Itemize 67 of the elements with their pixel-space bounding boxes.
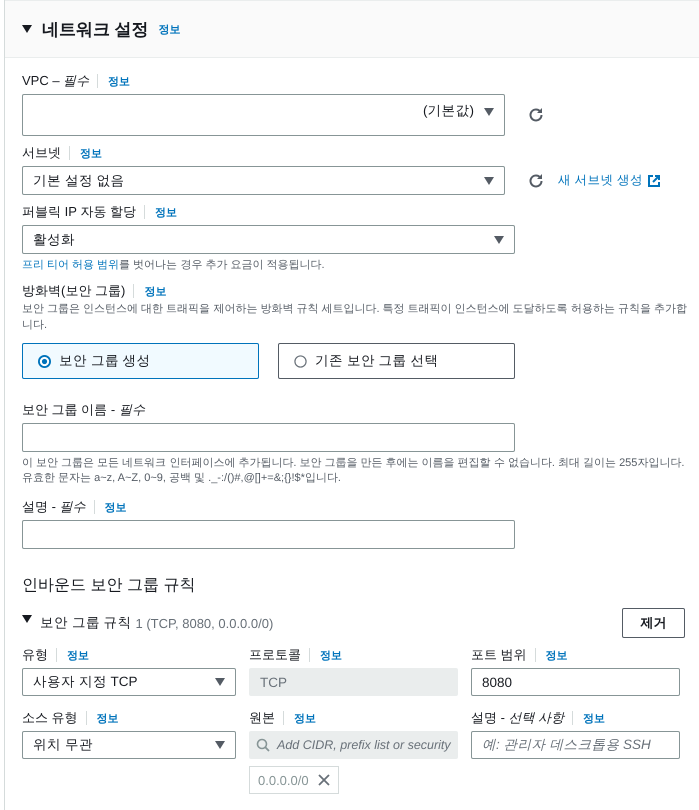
info-link[interactable]: 정보 xyxy=(583,710,606,726)
field-label: 설명 - 필수 xyxy=(22,498,86,516)
info-link[interactable]: 정보 xyxy=(80,146,102,160)
subsection-title: 인바운드 보안 그룹 규칙 xyxy=(22,576,196,596)
radio-tile[interactable]: 기존 보안 그룹 선택 xyxy=(278,343,515,379)
info-link[interactable]: 정보 xyxy=(158,22,181,36)
select-value: 위치 무관 xyxy=(33,736,93,754)
field-label: 방화벽(보안 그룹) xyxy=(22,282,126,300)
field-label: 설명 - 선택 사항 xyxy=(471,709,564,727)
radio-tile[interactable]: 보안 그룹 생성 xyxy=(22,343,259,379)
info-link[interactable]: 정보 xyxy=(108,74,130,88)
field-label: 보안 그룹 이름 - 필수 xyxy=(22,401,145,419)
dropdown-caret-icon xyxy=(494,236,504,244)
create-subnet-link[interactable]: 새 서브넷 생성 xyxy=(558,172,643,189)
info-link[interactable]: 정보 xyxy=(67,648,89,662)
default-tag: (기본값) xyxy=(423,102,474,120)
info-link[interactable]: 정보 xyxy=(294,710,316,726)
refresh-icon[interactable] xyxy=(527,106,545,124)
dropdown-caret-icon xyxy=(215,741,225,749)
description-input[interactable] xyxy=(22,520,515,549)
cidr-token: 0.0.0.0/0 xyxy=(249,766,339,794)
help-text: 프리 티어 허용 범위를 벗어나는 경우 추가 요금이 적용됩니다. xyxy=(22,258,326,273)
field-label: 퍼블릭 IP 자동 할당 xyxy=(22,203,136,221)
select-field[interactable]: 위치 무관 xyxy=(22,731,236,759)
dropdown-caret-icon xyxy=(215,678,225,686)
select-value: 사용자 지정 TCP xyxy=(33,673,138,691)
info-link[interactable]: 정보 xyxy=(144,284,166,298)
help-text: 이 보안 그룹은 모든 네트워크 인터페이스에 추가됩니다. 보안 그룹을 만든 후에는 이름을 편집할 수 없습니다. 최대 길이는 255자입니다. 유효한 문자는 a~z, A~Z, 0~9, 공백 및 ._-:/()#,@[]+=&;{}!$*입니다. xyxy=(22,456,686,486)
info-link[interactable]: 정보 xyxy=(154,204,177,220)
description-input[interactable]: 예: 관리자 데스크톱용 SSH xyxy=(471,731,680,759)
field-label: 서브넷 xyxy=(22,144,61,162)
info-link[interactable]: 정보 xyxy=(320,648,342,662)
select-value: 기본 설정 없음 xyxy=(33,172,125,190)
external-link-icon xyxy=(648,174,660,186)
select-value: 활성화 xyxy=(33,230,75,248)
field-label: VPC – 필수 xyxy=(22,72,90,90)
remove-button[interactable]: 제거 xyxy=(622,608,685,638)
collapse-caret-icon[interactable] xyxy=(22,614,32,624)
port-input[interactable]: 8080 xyxy=(471,668,680,696)
radio-icon xyxy=(38,354,51,368)
dropdown-caret-icon xyxy=(484,108,494,116)
vpc-select[interactable]: (기본값) xyxy=(22,94,505,136)
refresh-icon[interactable] xyxy=(527,172,545,190)
field-label: 포트 범위 xyxy=(471,646,527,664)
search-icon xyxy=(256,738,270,752)
protocol-field: TCP xyxy=(249,668,458,696)
search-field[interactable]: Add CIDR, prefix list or security xyxy=(249,731,458,759)
help-text: 보안 그룹은 인스턴스에 대한 트래픽을 제어하는 방화벽 규칙 세트입니다. 특정 트래픽이 인스턴스에 도달하도록 허용하는 규칙을 추가합니다. xyxy=(22,302,687,333)
public-ip-select[interactable]: 활성화 xyxy=(22,225,515,254)
info-link[interactable]: 정보 xyxy=(546,648,568,662)
field-label: 원본 xyxy=(249,709,275,727)
info-link[interactable]: 정보 xyxy=(104,500,127,514)
collapse-caret-icon[interactable] xyxy=(22,24,32,34)
info-link[interactable]: 정보 xyxy=(96,710,119,726)
close-icon[interactable] xyxy=(318,774,330,786)
subnet-select[interactable]: 기본 설정 없음 xyxy=(22,166,505,195)
rule-summary: 1 (TCP, 8080, 0.0.0.0/0) xyxy=(136,616,274,630)
radio-icon xyxy=(294,354,307,368)
section-title: 네트워크 설정 xyxy=(42,18,149,40)
rule-title: 보안 그룹 규칙 xyxy=(40,614,132,632)
group-name-input[interactable] xyxy=(22,423,515,452)
select-field[interactable]: 사용자 지정 TCP xyxy=(22,668,236,696)
field-label: 유형 xyxy=(22,646,48,664)
free-tier-link[interactable]: 프리 티어 허용 범위 xyxy=(22,259,120,271)
dropdown-caret-icon xyxy=(484,176,494,184)
field-label: 프로토콜 xyxy=(249,646,301,664)
field-label: 소스 유형 xyxy=(22,709,78,727)
